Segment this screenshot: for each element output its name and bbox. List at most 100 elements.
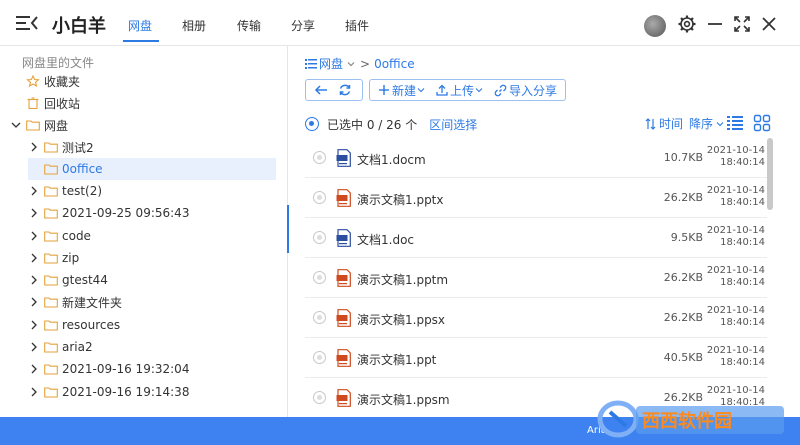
maximize-icon[interactable] [732, 14, 752, 34]
range-select-link[interactable]: 区间选择 [429, 116, 477, 133]
tree-item-label: test(2) [62, 184, 103, 198]
breadcrumb-root[interactable]: 网盘 [319, 55, 343, 72]
upload-button[interactable]: 上传 [432, 80, 490, 100]
file-size: 40.5KB [663, 351, 703, 364]
tree-item[interactable]: 网盘 [10, 114, 68, 136]
tab-drive[interactable]: 网盘 [128, 17, 152, 34]
tree-item[interactable]: 2021-09-16 19:14:38 [28, 381, 189, 403]
selection-count: 已选中 0 / 26 个 [327, 117, 418, 132]
sort-control[interactable]: 时间 降序 [645, 115, 725, 132]
new-button[interactable]: 新建 [374, 80, 432, 100]
chevron-right-icon[interactable] [28, 141, 40, 153]
file-modified: 2021-10-14 18:40:14 [705, 305, 765, 329]
file-row[interactable]: 演示文稿1.pptm 26.2KB 2021-10-14 18:40:14 [305, 258, 767, 298]
file-size: 9.5KB [670, 231, 703, 244]
chevron-right-icon[interactable] [28, 296, 40, 308]
tree-item[interactable]: aria2 [28, 336, 93, 358]
tab-transfer[interactable]: 传输 [237, 17, 261, 34]
chevron-right-icon[interactable] [28, 363, 40, 375]
chevron-right-icon[interactable] [28, 341, 40, 353]
scrollbar-thumb[interactable] [767, 138, 773, 210]
chevron-right-icon[interactable] [28, 386, 40, 398]
file-time: 18:40:14 [720, 157, 765, 168]
folder-icon [44, 208, 58, 219]
file-select-radio[interactable] [313, 311, 326, 324]
file-name: 演示文稿1.ppt [357, 353, 437, 367]
chevron-down-icon[interactable] [346, 59, 356, 69]
tree-item[interactable]: 0office [28, 158, 276, 180]
watermark-text: 西西软件园 [642, 410, 732, 432]
file-select-radio[interactable] [313, 351, 326, 364]
file-select-radio[interactable] [313, 391, 326, 404]
file-row[interactable]: 演示文稿1.pptx 26.2KB 2021-10-14 18:40:14 [305, 178, 767, 218]
file-size: 10.7KB [663, 151, 703, 164]
folder-icon [44, 297, 58, 308]
tree-item[interactable]: zip [28, 247, 79, 269]
file-select-radio[interactable] [313, 151, 326, 164]
folder-icon [44, 320, 58, 331]
file-select-radio[interactable] [313, 271, 326, 284]
tree-item[interactable]: 回收站 [26, 92, 80, 114]
tree-item-label: resources [62, 318, 121, 332]
file-row[interactable]: 演示文稿1.ppt 40.5KB 2021-10-14 18:40:14 [305, 338, 767, 378]
upload-icon [436, 84, 448, 96]
file-select-radio[interactable] [313, 191, 326, 204]
tree-item[interactable]: 2021-09-25 09:56:43 [28, 202, 189, 224]
folder-icon [44, 342, 58, 353]
trash-icon [27, 97, 39, 109]
folder-icon [26, 120, 40, 131]
chevron-right-icon[interactable] [28, 185, 40, 197]
tree-item[interactable]: 收藏夹 [26, 70, 80, 92]
active-tab-indicator [123, 40, 159, 42]
chevron-right-icon[interactable] [28, 207, 40, 219]
ppt-file-icon [336, 389, 351, 407]
tree-item-label: zip [62, 251, 80, 265]
chevron-right-icon[interactable] [28, 319, 40, 331]
tab-album[interactable]: 相册 [182, 17, 206, 34]
tree-item[interactable]: 测试2 [28, 136, 94, 158]
chevron-right-icon[interactable] [28, 230, 40, 242]
file-name: 演示文稿1.ppsm [357, 393, 450, 407]
chevron-down-icon [475, 88, 483, 93]
close-icon[interactable] [759, 14, 779, 34]
chevron-right-icon[interactable] [28, 274, 40, 286]
tree-item[interactable]: 新建文件夹 [28, 291, 122, 313]
file-row[interactable]: 文档1.docm 10.7KB 2021-10-14 18:40:14 [305, 138, 767, 178]
file-date: 2021-10-14 [706, 345, 765, 356]
tree-item[interactable]: 2021-09-16 19:32:04 [28, 358, 189, 380]
arrow-left-icon [314, 85, 327, 95]
tab-share[interactable]: 分享 [291, 17, 315, 34]
chevron-down-icon[interactable] [10, 119, 22, 131]
import-share-button[interactable]: 导入分享 [490, 80, 561, 100]
doc-file-icon [336, 149, 351, 167]
file-name: 文档1.docm [357, 153, 426, 167]
folder-icon [44, 186, 58, 197]
ppt-file-icon [336, 309, 351, 327]
file-select-radio[interactable] [313, 231, 326, 244]
ppt-file-icon [336, 189, 351, 207]
select-all-radio[interactable] [305, 117, 319, 131]
tree-item[interactable]: resources [28, 314, 120, 336]
file-row[interactable]: 演示文稿1.ppsx 26.2KB 2021-10-14 18:40:14 [305, 298, 767, 338]
back-button[interactable] [310, 80, 334, 100]
file-date: 2021-10-14 [706, 185, 765, 196]
file-row[interactable]: 文档1.doc 9.5KB 2021-10-14 18:40:14 [305, 218, 767, 258]
file-date: 2021-10-14 [706, 265, 765, 276]
menu-collapse-icon[interactable] [16, 14, 38, 32]
grid-view-icon[interactable] [753, 114, 771, 132]
tree-item[interactable]: gtest44 [28, 269, 108, 291]
breadcrumb-current[interactable]: 0office [374, 57, 415, 71]
list-view-icon[interactable] [726, 114, 744, 132]
folder-icon [44, 142, 58, 153]
tab-plugins[interactable]: 插件 [345, 17, 369, 34]
tree-item[interactable]: code [28, 225, 91, 247]
refresh-button[interactable] [334, 80, 358, 100]
file-list: 文档1.docm 10.7KB 2021-10-14 18:40:14 演示文稿1… [305, 138, 767, 417]
chevron-right-icon[interactable] [28, 252, 40, 264]
gear-icon[interactable] [677, 14, 697, 34]
tree-item[interactable]: test(2) [28, 180, 102, 202]
nav-button-group [305, 79, 363, 101]
tree-item-label: 测试2 [62, 140, 94, 155]
minimize-icon[interactable] [705, 14, 725, 34]
avatar[interactable] [644, 15, 666, 37]
